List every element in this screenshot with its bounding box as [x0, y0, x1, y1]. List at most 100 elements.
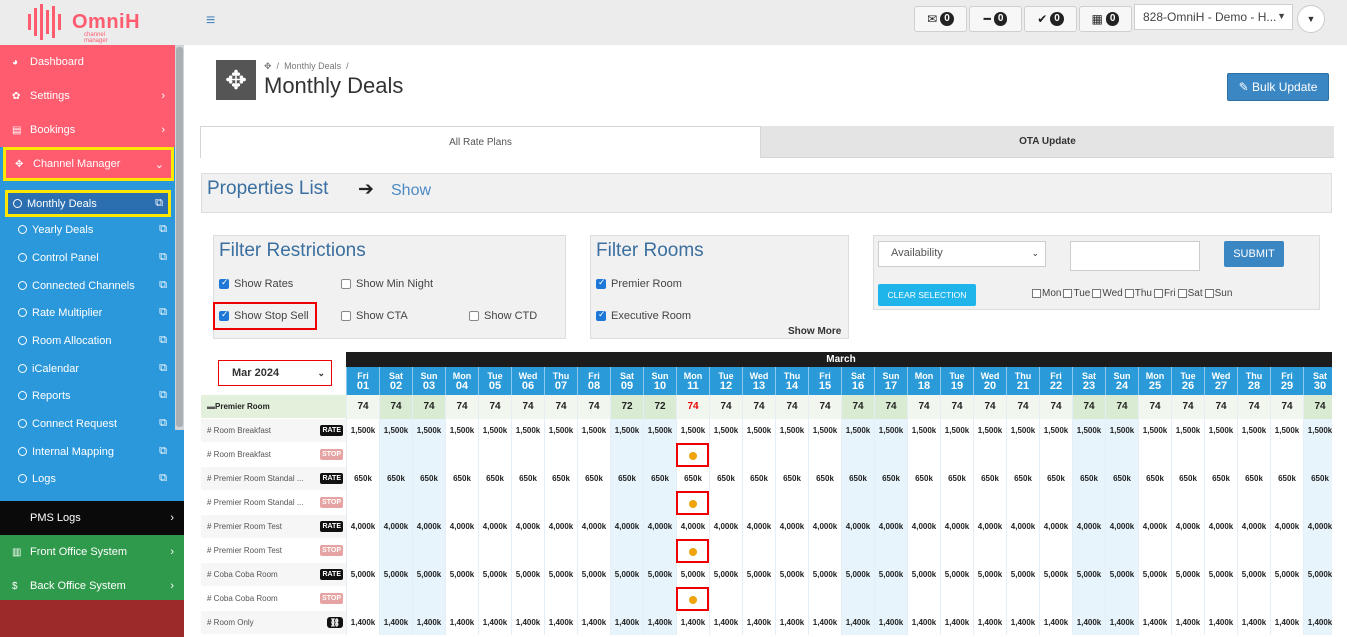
stop-sell-cell[interactable]: [445, 539, 478, 563]
stop-sell-cell[interactable]: [1237, 587, 1270, 611]
stop-sell-cell[interactable]: [445, 587, 478, 611]
day-header[interactable]: Sun 24: [1105, 367, 1138, 395]
rate-cell[interactable]: 4,000k: [1303, 515, 1332, 539]
weekday-mon-checkbox[interactable]: Mon: [1032, 288, 1061, 299]
day-header[interactable]: Tue 19: [940, 367, 973, 395]
rate-cell[interactable]: 4,000k: [1171, 515, 1204, 539]
stop-sell-cell[interactable]: [544, 491, 577, 515]
stop-sell-cell[interactable]: [511, 539, 544, 563]
rate-cell[interactable]: 4,000k: [577, 515, 610, 539]
rate-cell[interactable]: 5,000k: [1204, 563, 1237, 587]
rate-cell[interactable]: 4,000k: [544, 515, 577, 539]
sidebar-item-channel-manager[interactable]: ✥ Channel Manager ⌄: [3, 147, 174, 181]
stop-sell-cell[interactable]: [676, 539, 709, 563]
stop-sell-cell[interactable]: [1072, 587, 1105, 611]
rate-cell[interactable]: 4,000k: [1105, 515, 1138, 539]
rate-cell[interactable]: 1,500k: [1204, 419, 1237, 443]
rate-cell[interactable]: 650k: [874, 467, 907, 491]
rate-cell[interactable]: 4,000k: [1006, 515, 1039, 539]
stop-sell-cell[interactable]: [1105, 539, 1138, 563]
rate-cell[interactable]: 5,000k: [412, 563, 445, 587]
stop-sell-cell[interactable]: [907, 587, 940, 611]
sidebar-sub-yearly-deals[interactable]: Yearly Deals ⧉: [0, 216, 175, 243]
stop-sell-cell[interactable]: [643, 443, 676, 467]
show-stop-sell-checkbox[interactable]: Show Stop Sell: [219, 309, 309, 322]
rate-cell[interactable]: 650k: [379, 467, 412, 491]
rate-cell[interactable]: 1,400k: [1171, 611, 1204, 635]
rate-cell[interactable]: 1,500k: [676, 419, 709, 443]
rate-cell[interactable]: 1,500k: [478, 419, 511, 443]
sidebar-sub-reports[interactable]: Reports ⧉: [0, 382, 175, 409]
rate-cell[interactable]: 4,000k: [676, 515, 709, 539]
rate-cell[interactable]: 650k: [643, 467, 676, 491]
sidebar-item-front-office[interactable]: ▥ Front Office System ›: [0, 535, 184, 569]
stop-badge[interactable]: STOP: [320, 545, 343, 556]
day-header[interactable]: Wed 13: [742, 367, 775, 395]
day-header[interactable]: Sun 17: [874, 367, 907, 395]
stop-sell-cell[interactable]: [676, 491, 709, 515]
stop-sell-cell[interactable]: [379, 539, 412, 563]
rate-cell[interactable]: 1,400k: [346, 611, 379, 635]
stop-sell-cell[interactable]: [841, 539, 874, 563]
checkbox-checked-icon[interactable]: [596, 277, 606, 289]
stop-sell-cell[interactable]: [808, 539, 841, 563]
sidebar-item-back-office[interactable]: $ Back Office System ›: [0, 569, 184, 603]
rate-cell[interactable]: 4,000k: [379, 515, 412, 539]
rate-cell[interactable]: 5,000k: [1006, 563, 1039, 587]
availability-cell[interactable]: 74: [478, 395, 511, 419]
sidebar-sub-control-panel[interactable]: Control Panel ⧉: [0, 244, 175, 271]
sidebar-scrollbar-thumb[interactable]: [176, 47, 183, 427]
rate-cell[interactable]: 5,000k: [445, 563, 478, 587]
submit-button[interactable]: SUBMIT: [1224, 241, 1284, 267]
rate-cell[interactable]: 4,000k: [973, 515, 1006, 539]
rate-cell[interactable]: 650k: [577, 467, 610, 491]
stop-sell-cell[interactable]: [874, 491, 907, 515]
month-select[interactable]: Mar 2024 ⌄: [218, 360, 332, 386]
sidebar-item-bookings[interactable]: ▤ Bookings ›: [0, 113, 175, 147]
stop-sell-cell[interactable]: [1138, 443, 1171, 467]
rate-cell[interactable]: 650k: [610, 467, 643, 491]
rate-cell[interactable]: 5,000k: [511, 563, 544, 587]
checkbox-icon[interactable]: [469, 311, 479, 321]
day-header[interactable]: Sat 30: [1303, 367, 1332, 395]
sidebar-item-dashboard[interactable]: ◕ Dashboard: [0, 45, 175, 79]
rate-cell[interactable]: 5,000k: [379, 563, 412, 587]
rate-cell[interactable]: 5,000k: [1138, 563, 1171, 587]
rate-cell[interactable]: 1,400k: [610, 611, 643, 635]
availability-cell[interactable]: 74: [742, 395, 775, 419]
day-header[interactable]: Mon 04: [445, 367, 478, 395]
stop-sell-cell[interactable]: [412, 491, 445, 515]
availability-cell[interactable]: 74: [511, 395, 544, 419]
rate-cell[interactable]: 650k: [907, 467, 940, 491]
sidebar-item-pms-logs[interactable]: PMS Logs ›: [0, 501, 184, 535]
stop-sell-cell[interactable]: [1303, 587, 1332, 611]
sidebar-scrollbar[interactable]: [175, 45, 184, 430]
stop-sell-cell[interactable]: [1303, 539, 1332, 563]
rate-cell[interactable]: 1,400k: [412, 611, 445, 635]
availability-cell[interactable]: 74: [1171, 395, 1204, 419]
premier-room-checkbox[interactable]: Premier Room: [596, 277, 682, 290]
rate-cell[interactable]: 4,000k: [907, 515, 940, 539]
availability-value-input[interactable]: [1070, 241, 1200, 271]
rate-cell[interactable]: 4,000k: [808, 515, 841, 539]
stop-sell-cell[interactable]: [1072, 443, 1105, 467]
stop-sell-cell[interactable]: [643, 491, 676, 515]
rate-cell[interactable]: 1,500k: [412, 419, 445, 443]
stop-sell-cell[interactable]: [1138, 491, 1171, 515]
stop-sell-cell[interactable]: [940, 491, 973, 515]
availability-cell[interactable]: 74: [544, 395, 577, 419]
sidebar-sub-rate-multiplier[interactable]: Rate Multiplier ⧉: [0, 299, 175, 326]
rate-cell[interactable]: 4,000k: [940, 515, 973, 539]
availability-cell[interactable]: 74: [1105, 395, 1138, 419]
stop-sell-cell[interactable]: [874, 443, 907, 467]
stop-sell-cell[interactable]: [577, 587, 610, 611]
availability-cell[interactable]: 74: [940, 395, 973, 419]
stop-sell-cell[interactable]: [478, 587, 511, 611]
stop-sell-cell[interactable]: [1204, 539, 1237, 563]
rate-cell[interactable]: 4,000k: [841, 515, 874, 539]
rate-cell[interactable]: 650k: [1138, 467, 1171, 491]
availability-cell[interactable]: 74: [1006, 395, 1039, 419]
availability-cell[interactable]: 74: [445, 395, 478, 419]
availability-cell[interactable]: 74: [379, 395, 412, 419]
day-header[interactable]: Thu 14: [775, 367, 808, 395]
